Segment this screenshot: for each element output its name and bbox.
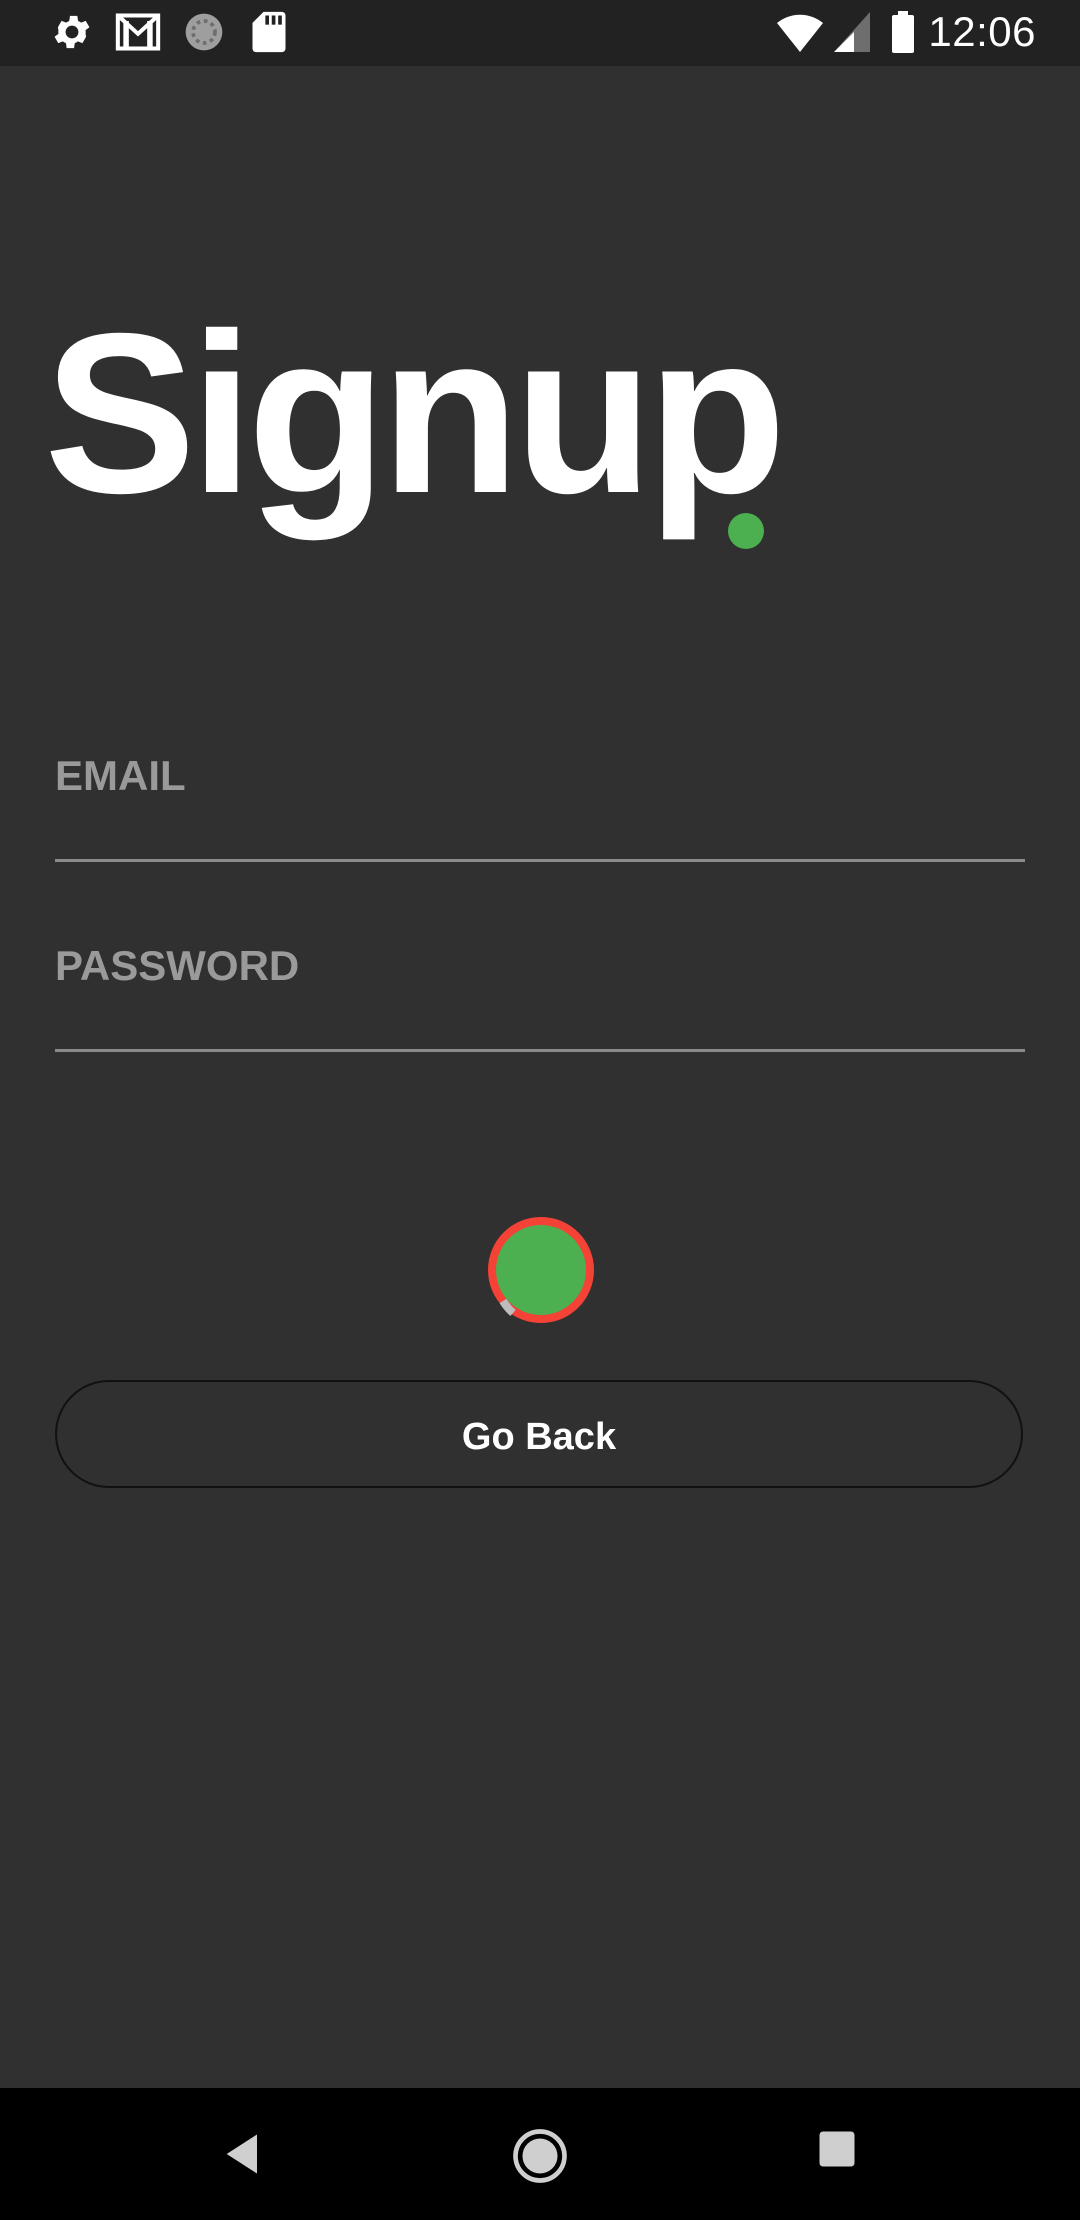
home-icon[interactable] — [512, 2128, 568, 2184]
email-field[interactable]: EMAIL — [55, 752, 1025, 862]
page-title: Signup — [44, 287, 787, 541]
recents-icon[interactable] — [816, 2128, 858, 2170]
loading-spinner — [488, 1217, 594, 1323]
sd-card-icon — [252, 11, 286, 53]
status-clock: 12:06 — [928, 8, 1036, 55]
settings-icon — [54, 15, 90, 49]
battery-icon — [892, 11, 914, 53]
password-field[interactable]: PASSWORD — [55, 942, 1025, 1052]
email-underline — [55, 859, 1025, 862]
navigation-bar — [0, 2088, 1080, 2220]
signal-icon — [834, 12, 870, 52]
go-back-button[interactable]: Go Back — [55, 1380, 1023, 1488]
gmail-icon — [115, 13, 161, 51]
sync-icon — [185, 13, 223, 51]
password-label: PASSWORD — [55, 942, 300, 989]
spinner-core — [496, 1225, 586, 1315]
back-icon[interactable] — [218, 2128, 270, 2180]
wifi-icon — [777, 14, 823, 52]
title-accent-dot — [728, 513, 764, 549]
email-label: EMAIL — [55, 752, 186, 799]
password-underline — [55, 1049, 1025, 1052]
status-bar: 12:06 — [0, 0, 1080, 66]
